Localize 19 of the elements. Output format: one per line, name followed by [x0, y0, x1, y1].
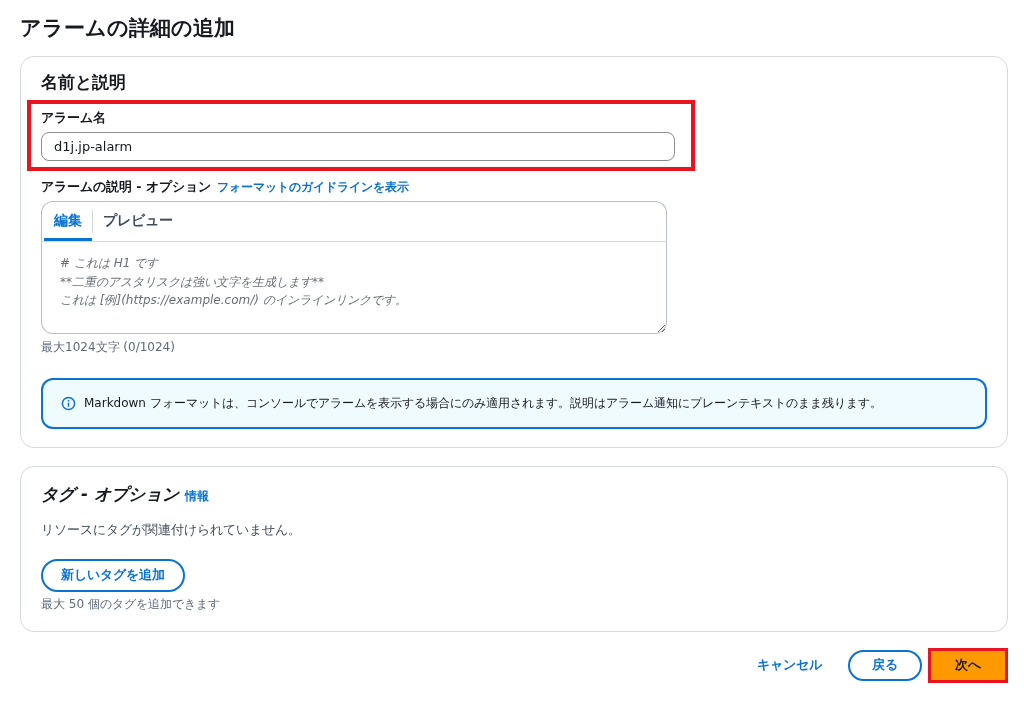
- next-button[interactable]: 次へ: [931, 651, 1005, 681]
- editor-tab[interactable]: プレビュー: [93, 202, 183, 241]
- tag-limit-hint: 最大 50 個のタグを追加できます: [41, 596, 221, 614]
- description-field[interactable]: # これは H1 です **二重のアスタリスクは強い文字を生成します** これは [例](https://example.com/) のインラインリンクです。: [41, 242, 667, 334]
- info-icon: [61, 396, 76, 411]
- guideline-link[interactable]: フォーマットのガイドラインを表示: [216, 179, 409, 196]
- section-title: 名前と説明: [41, 71, 126, 94]
- character-counter: 最大1024文字 (0/1024): [41, 339, 176, 356]
- alarm-name-field[interactable]: d1j.jp-alarm: [41, 132, 675, 161]
- info-text: Markdown フォーマットは、コンソールでアラームを表示する場合にのみ適用されます。説明はアラーム通知にプレーンテキストのまま残ります。: [84, 395, 882, 412]
- field-label: アラーム名: [41, 110, 106, 127]
- empty-tags-text: リソースにタグが関連付けられていません。: [41, 522, 302, 540]
- back-button[interactable]: 戻る: [848, 650, 922, 682]
- page-title: アラームの詳細の追加: [20, 15, 236, 42]
- section-title: タグ - オプション: [41, 483, 179, 507]
- field-label: アラームの説明 - オプション: [41, 179, 211, 196]
- cancel-button[interactable]: キャンセル: [751, 656, 828, 676]
- info-link[interactable]: 情報: [184, 488, 209, 506]
- add-tag-button[interactable]: 新しいタグを追加: [41, 559, 185, 593]
